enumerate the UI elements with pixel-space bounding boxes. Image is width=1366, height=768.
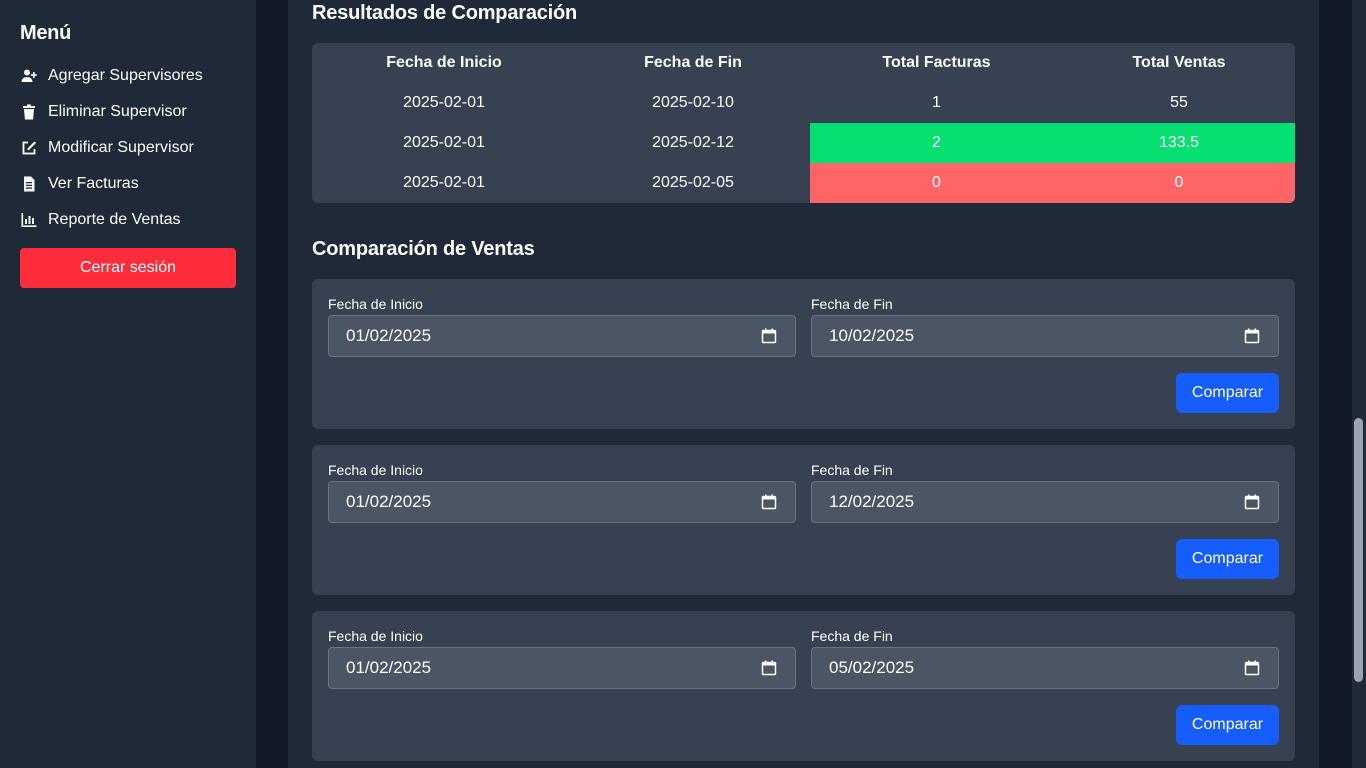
compare-button[interactable]: Comparar (1176, 705, 1279, 745)
sidebar-item-agregar-supervisores[interactable]: Agregar Supervisores (20, 64, 203, 88)
results-title: Resultados de Comparación (312, 2, 578, 24)
sidebar-item-label: Ver Facturas (48, 175, 139, 192)
date-value: 12/02/2025 (829, 492, 915, 511)
compare-button[interactable]: Comparar (1176, 373, 1279, 413)
sidebar-item-modificar-supervisor[interactable]: Modificar Supervisor (20, 136, 194, 160)
end-date-label: Fecha de Fin (811, 628, 893, 644)
date-value: 01/02/2025 (346, 492, 432, 511)
start-date-input[interactable]: 01/02/2025 (328, 315, 796, 357)
user-plus-icon (20, 67, 38, 85)
column-header: Fecha de Fin (644, 54, 742, 71)
scrollbar-thumb[interactable] (1354, 418, 1363, 682)
logout-button[interactable]: Cerrar sesión (20, 248, 236, 288)
start-date-input[interactable]: 01/02/2025 (328, 647, 796, 689)
date-value: 05/02/2025 (829, 658, 915, 677)
total-invoices-cell-highest: 2 (810, 123, 1063, 163)
date-value: 10/02/2025 (829, 326, 915, 345)
start-date-cell: 2025-02-01 (403, 174, 485, 191)
start-date-label: Fecha de Inicio (328, 296, 423, 312)
table-row: 2025-02-01 2025-02-05 0 0 (312, 163, 1295, 203)
sidebar: Menú Agregar Supervisores Eliminar Super… (0, 0, 256, 768)
total-sales-cell-highest: 133.5 (1063, 123, 1295, 163)
total-invoices-cell-lowest: 0 (810, 163, 1063, 203)
date-value: 01/02/2025 (346, 326, 432, 345)
end-date-cell: 2025-02-12 (652, 134, 734, 151)
column-header: Total Facturas (882, 54, 991, 71)
sidebar-item-label: Modificar Supervisor (48, 139, 194, 156)
compare-button[interactable]: Comparar (1176, 539, 1279, 579)
comparison-form: Fecha de Inicio 01/02/2025 Fecha de Fin … (312, 445, 1295, 595)
comparison-form: Fecha de Inicio 01/02/2025 Fecha de Fin … (312, 279, 1295, 429)
end-date-label: Fecha de Fin (811, 296, 893, 312)
sidebar-item-eliminar-supervisor[interactable]: Eliminar Supervisor (20, 100, 187, 124)
table-row: 2025-02-01 2025-02-10 1 55 (312, 83, 1295, 123)
table-header-row: Fecha de Inicio Fecha de Fin Total Factu… (312, 43, 1295, 83)
start-date-label: Fecha de Inicio (328, 628, 423, 644)
start-date-input[interactable]: 01/02/2025 (328, 481, 796, 523)
results-table: Fecha de Inicio Fecha de Fin Total Factu… (312, 43, 1295, 203)
calendar-icon[interactable] (1244, 660, 1260, 676)
date-value: 01/02/2025 (346, 658, 432, 677)
calendar-icon[interactable] (761, 660, 777, 676)
end-date-input[interactable]: 12/02/2025 (811, 481, 1279, 523)
end-date-input[interactable]: 05/02/2025 (811, 647, 1279, 689)
total-sales-cell-lowest: 0 (1063, 163, 1295, 203)
trash-icon (20, 103, 38, 121)
bar-chart-icon (20, 211, 38, 229)
main-panel: Resultados de Comparación Fecha de Inici… (288, 0, 1319, 768)
sidebar-item-label: Eliminar Supervisor (48, 103, 187, 120)
column-header: Total Ventas (1132, 54, 1226, 71)
start-date-cell: 2025-02-01 (403, 134, 485, 151)
total-invoices-cell: 1 (932, 94, 941, 111)
sidebar-item-ver-facturas[interactable]: Ver Facturas (20, 172, 139, 196)
start-date-cell: 2025-02-01 (403, 94, 485, 111)
sidebar-title: Menú (20, 22, 72, 44)
calendar-icon[interactable] (761, 328, 777, 344)
comparison-title: Comparación de Ventas (312, 238, 535, 260)
end-date-cell: 2025-02-10 (652, 94, 734, 111)
total-sales-cell: 55 (1170, 94, 1188, 111)
comparison-form: Fecha de Inicio 01/02/2025 Fecha de Fin … (312, 611, 1295, 761)
start-date-label: Fecha de Inicio (328, 462, 423, 478)
sidebar-item-reporte-ventas[interactable]: Reporte de Ventas (20, 208, 181, 232)
calendar-icon[interactable] (761, 494, 777, 510)
calendar-icon[interactable] (1244, 328, 1260, 344)
end-date-cell: 2025-02-05 (652, 174, 734, 191)
sidebar-item-label: Agregar Supervisores (48, 67, 203, 84)
invoice-icon (20, 175, 38, 193)
calendar-icon[interactable] (1244, 494, 1260, 510)
edit-icon (20, 139, 38, 157)
sidebar-item-label: Reporte de Ventas (48, 211, 181, 228)
end-date-input[interactable]: 10/02/2025 (811, 315, 1279, 357)
table-row: 2025-02-01 2025-02-12 2 133.5 (312, 123, 1295, 163)
column-header: Fecha de Inicio (386, 54, 502, 71)
end-date-label: Fecha de Fin (811, 462, 893, 478)
